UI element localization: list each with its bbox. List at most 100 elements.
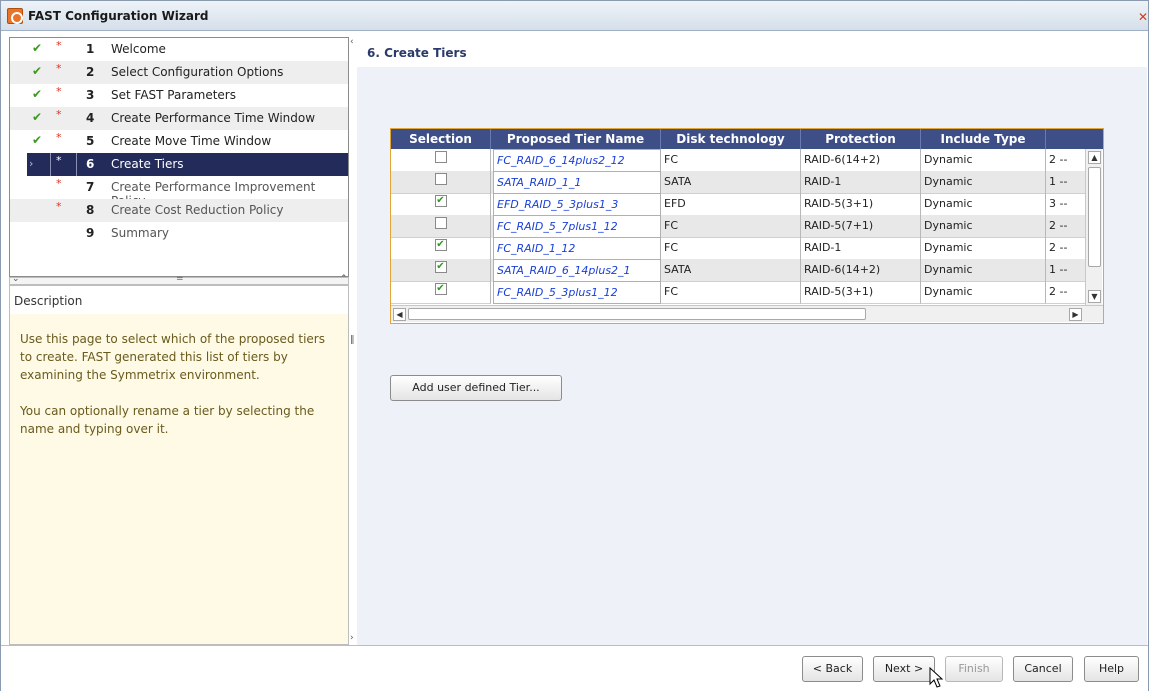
selection-cell[interactable]: ✔	[391, 259, 491, 282]
collapse-right-icon[interactable]: ›	[350, 633, 354, 643]
scroll-down-icon[interactable]: ▼	[1088, 290, 1101, 303]
table-row[interactable]: ✔ FC_RAID_5_3plus1_12 FC RAID-5(3+1) Dynamic…	[391, 281, 1085, 304]
back-button[interactable]: < Back	[802, 656, 863, 682]
extra-cell: 2 --	[1046, 281, 1085, 304]
tier-name-cell[interactable]: EFD_RAID_5_3plus1_3	[493, 193, 661, 216]
step-number: 1	[86, 42, 95, 56]
tier-name-cell[interactable]: FC_RAID_5_7plus1_12	[493, 215, 661, 238]
step-navigation: ✔ * 1 Welcome ✔ * 2 Select Configuration Option…	[9, 37, 349, 277]
selection-checkbox[interactable]	[434, 217, 447, 229]
collapse-left-icon[interactable]: ‹	[350, 37, 354, 47]
table-row[interactable]: FC_RAID_5_7plus1_12 FC RAID-5(7+1) Dynamic 2…	[391, 215, 1085, 238]
disk-technology-cell: EFD	[661, 193, 801, 216]
selection-checkbox[interactable]: ✔	[434, 283, 447, 295]
disk-technology-cell: FC	[661, 215, 801, 238]
table-row[interactable]: ✔ FC_RAID_1_12 FC RAID-1 Dynamic 2 --	[391, 237, 1085, 260]
required-star-icon: *	[56, 85, 62, 98]
help-button[interactable]: Help	[1084, 656, 1139, 682]
step-label: Welcome	[111, 42, 166, 56]
table-row[interactable]: ✔ EFD_RAID_5_3plus1_3 EFD RAID-5(3+1) Dynami…	[391, 193, 1085, 216]
step-item-1[interactable]: ✔ * 1 Welcome	[10, 38, 348, 61]
protection-cell: RAID-1	[801, 171, 921, 194]
table-vertical-scrollbar[interactable]: ▲ ▼	[1085, 149, 1102, 305]
disk-technology-cell: FC	[661, 281, 801, 304]
tier-name-cell[interactable]: FC_RAID_6_14plus2_12	[493, 149, 661, 172]
column-header-selection[interactable]: Selection	[391, 129, 491, 149]
main-content: Selection Proposed Tier Name Disk techno…	[357, 67, 1147, 645]
selection-cell[interactable]	[391, 215, 491, 238]
table-horizontal-scrollbar[interactable]: ◀ ▶	[391, 305, 1103, 322]
collapse-up-icon[interactable]: ⌃	[340, 274, 348, 284]
step-item-6[interactable]: * 6 Create Tiers	[27, 153, 348, 176]
selection-cell[interactable]: ✔	[391, 237, 491, 260]
step-number: 9	[86, 226, 95, 240]
column-header-protection[interactable]: Protection	[801, 129, 921, 149]
vertical-splitter[interactable]: ‹ ‖ ›	[349, 37, 357, 645]
required-star-icon: *	[56, 154, 62, 167]
protection-cell: RAID-1	[801, 237, 921, 260]
table-row[interactable]: FC_RAID_6_14plus2_12 FC RAID-6(14+2) Dynami…	[391, 149, 1085, 172]
column-header-extra[interactable]	[1046, 129, 1085, 149]
extra-cell: 2 --	[1046, 237, 1085, 260]
include-type-cell: Dynamic	[921, 193, 1046, 216]
scroll-thumb[interactable]	[408, 308, 866, 320]
extra-cell: 1 --	[1046, 259, 1085, 282]
check-icon: ✔	[32, 87, 43, 101]
collapse-down-icon[interactable]: ⌄	[12, 274, 20, 284]
column-header-disk-technology[interactable]: Disk technology	[661, 129, 801, 149]
title-bar: FAST Configuration Wizard ✕	[1, 1, 1148, 31]
step-item-3[interactable]: ✔ * 3 Set FAST Parameters	[10, 84, 348, 107]
step-item-5[interactable]: ✔ * 5 Create Move Time Window	[10, 130, 348, 153]
include-type-cell: Dynamic	[921, 171, 1046, 194]
next-button[interactable]: Next >	[873, 656, 935, 682]
check-icon: ✔	[32, 110, 43, 124]
selection-cell[interactable]	[391, 171, 491, 194]
description-body: Use this page to select which of the pro…	[10, 314, 348, 644]
scroll-thumb[interactable]	[1088, 167, 1101, 267]
step-item-8[interactable]: * 8 Create Cost Reduction Policy	[10, 199, 348, 222]
add-user-defined-tier-button[interactable]: Add user defined Tier...	[390, 375, 562, 401]
tier-name-cell[interactable]: SATA_RAID_1_1	[493, 171, 661, 194]
selection-checkbox[interactable]: ✔	[434, 261, 447, 273]
column-header-include-type[interactable]: Include Type	[921, 129, 1046, 149]
disk-technology-cell: SATA	[661, 259, 801, 282]
description-paragraph: You can optionally rename a tier by sele…	[20, 404, 315, 436]
selection-checkbox[interactable]: ✔	[434, 195, 447, 207]
selection-cell[interactable]: ✔	[391, 281, 491, 304]
step-number: 4	[86, 111, 95, 125]
splitter-grip-icon[interactable]: =	[176, 274, 184, 284]
scroll-up-icon[interactable]: ▲	[1088, 151, 1101, 164]
current-step-arrow-icon: ›	[29, 157, 34, 170]
step-item-7[interactable]: *7Create Performance Improvement Policy	[10, 176, 348, 208]
splitter-grip-icon[interactable]: ‖	[350, 335, 355, 345]
tier-name-cell[interactable]: SATA_RAID_6_14plus2_1	[493, 259, 661, 282]
finish-button[interactable]: Finish	[945, 656, 1003, 682]
table-row[interactable]: ✔ SATA_RAID_6_14plus2_1 SATA RAID-6(14+2) Dy…	[391, 259, 1085, 282]
selection-cell[interactable]	[391, 149, 491, 172]
description-paragraph: Use this page to select which of the pro…	[20, 332, 325, 382]
selection-checkbox[interactable]	[434, 151, 447, 163]
horizontal-splitter[interactable]: ⌄ = ⌃	[9, 274, 349, 285]
selection-cell[interactable]: ✔	[391, 193, 491, 216]
include-type-cell: Dynamic	[921, 237, 1046, 260]
close-icon[interactable]: ✕	[1138, 10, 1148, 24]
selection-checkbox[interactable]: ✔	[434, 239, 447, 251]
selection-checkbox[interactable]	[434, 173, 447, 185]
step-item-4[interactable]: ✔ * 4 Create Performance Time Window	[10, 107, 348, 130]
description-panel: Description Use this page to select whic…	[9, 285, 349, 645]
protection-cell: RAID-5(3+1)	[801, 281, 921, 304]
column-header-tier-name[interactable]: Proposed Tier Name	[491, 129, 661, 149]
tier-name-cell[interactable]: FC_RAID_1_12	[493, 237, 661, 260]
step-item-2[interactable]: ✔ * 2 Select Configuration Options	[10, 61, 348, 84]
extra-cell: 1 --	[1046, 171, 1085, 194]
tier-name-cell[interactable]: FC_RAID_5_3plus1_12	[493, 281, 661, 304]
table-row[interactable]: SATA_RAID_1_1 SATA RAID-1 Dynamic 1 --	[391, 171, 1085, 194]
protection-cell: RAID-6(14+2)	[801, 259, 921, 282]
step-item-9[interactable]: 9 Summary	[10, 222, 348, 245]
divider	[76, 153, 77, 176]
scroll-right-icon[interactable]: ▶	[1069, 308, 1082, 321]
include-type-cell: Dynamic	[921, 281, 1046, 304]
scroll-left-icon[interactable]: ◀	[393, 308, 406, 321]
cancel-button[interactable]: Cancel	[1013, 656, 1073, 682]
disk-technology-cell: FC	[661, 237, 801, 260]
